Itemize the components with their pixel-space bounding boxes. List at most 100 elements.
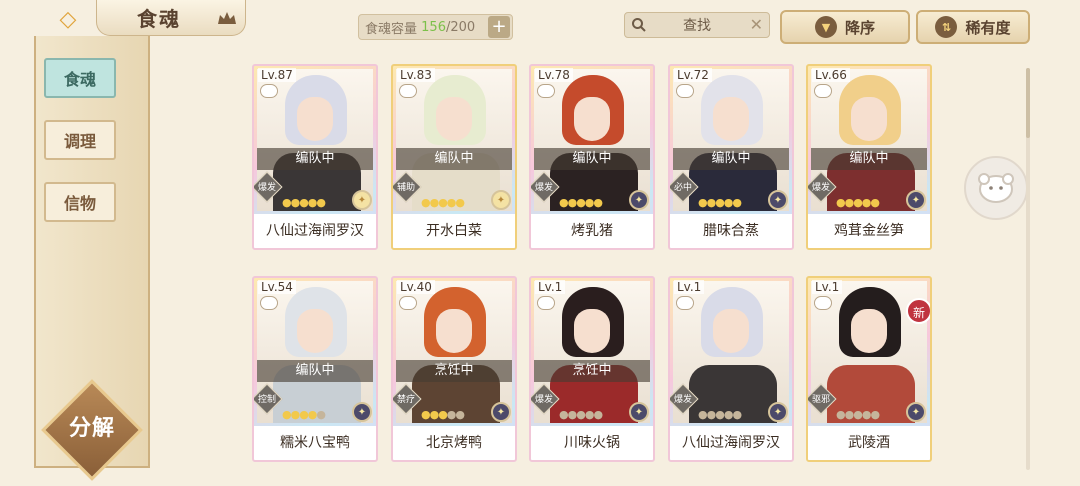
capacity-display: 食魂容量 156 /200 + xyxy=(358,14,513,40)
card-status: 编队中 xyxy=(811,148,927,170)
pot-icon xyxy=(814,296,832,310)
awaken-icon: ✦ xyxy=(629,190,649,210)
card-status: 编队中 xyxy=(673,148,789,170)
card-name: 烤乳猪 xyxy=(531,214,653,248)
card-name: 北京烤鸭 xyxy=(393,426,515,460)
food-soul-card[interactable]: Lv.66 编队中 爆发 ●●●●● ✦ 鸡茸金丝笋 xyxy=(806,64,932,250)
top-bar: ◇ 食魂 食魂容量 156 /200 + 查找 ✕ ▼ 降序 ⇅ 稀有度 xyxy=(0,0,1080,48)
pot-icon xyxy=(676,296,694,310)
awaken-icon: ✦ xyxy=(491,190,511,210)
pot-icon xyxy=(814,84,832,98)
awaken-icon: ✦ xyxy=(352,190,372,210)
food-soul-card[interactable]: Lv.54 编队中 控制 ●●●●● ✦ 糯米八宝鸭 xyxy=(252,276,378,462)
card-name: 川味火锅 xyxy=(531,426,653,460)
card-level: Lv.72 xyxy=(674,68,712,82)
pet-icon xyxy=(978,173,1014,203)
pot-icon xyxy=(260,84,278,98)
star-rating: ●●●●● xyxy=(559,196,603,209)
awaken-icon: ✦ xyxy=(629,402,649,422)
card-level: Lv.78 xyxy=(535,68,573,82)
clear-search-icon[interactable]: ✕ xyxy=(750,15,763,34)
card-status: 编队中 xyxy=(534,148,650,170)
card-name: 八仙过海闹罗汉 xyxy=(254,214,376,248)
food-soul-card[interactable]: Lv.78 编队中爆发 ●●●●● ✦ 烤乳猪 xyxy=(529,64,655,250)
card-role: 爆发 xyxy=(534,183,553,193)
card-level: Lv.87 xyxy=(258,68,296,82)
pot-icon xyxy=(676,84,694,98)
sidebar-item-label: 食魂 xyxy=(63,70,96,89)
card-level: Lv.1 xyxy=(812,280,843,294)
food-soul-card[interactable]: Lv.83 编队中 辅助 ●●●●● ✦ 开水白菜 xyxy=(391,64,517,250)
food-soul-card[interactable]: Lv.1 烹饪中 爆发 ●●●●● ✦ 川味火锅 xyxy=(529,276,655,462)
sidebar-item-label: 调理 xyxy=(63,132,96,151)
star-rating: ●●●●● xyxy=(282,196,326,209)
sort-down-icon: ▼ xyxy=(814,16,837,38)
pot-icon xyxy=(399,296,417,310)
awaken-icon: ✦ xyxy=(906,190,926,210)
card-name: 开水白菜 xyxy=(393,214,515,248)
sort-rarity-label: 稀有度 xyxy=(965,18,1011,37)
food-soul-card[interactable]: Lv.87 编队中爆发 ●●●●● ✦ 八仙过海闹罗汉 xyxy=(252,64,378,250)
star-rating: ●●●●● xyxy=(836,408,880,421)
card-role: 爆发 xyxy=(811,183,830,193)
sort-rarity-button[interactable]: ⇅ 稀有度 xyxy=(916,10,1030,44)
card-status: 编队中 xyxy=(257,148,373,170)
capacity-label: 食魂容量 xyxy=(365,21,418,37)
card-name: 八仙过海闹罗汉 xyxy=(670,426,792,460)
page-title: 食魂 xyxy=(137,7,181,31)
sidebar-item-conditioning[interactable]: 调理 xyxy=(44,120,116,160)
card-role: 辅助 xyxy=(396,183,415,193)
card-name: 腊味合蒸 xyxy=(670,214,792,248)
back-button[interactable]: ◇ xyxy=(48,6,88,32)
card-level: Lv.54 xyxy=(258,280,296,294)
search-input[interactable]: 查找 ✕ xyxy=(624,12,770,38)
star-rating: ●●●●● xyxy=(421,408,465,421)
card-role: 禁疗 xyxy=(396,395,415,405)
crown-icon xyxy=(218,12,236,24)
card-role: 爆发 xyxy=(673,395,692,405)
back-arrow-icon: ◇ xyxy=(59,6,77,32)
search-label: 查找 xyxy=(683,18,711,34)
sort-descending-label: 降序 xyxy=(844,18,875,37)
card-level: Lv.66 xyxy=(812,68,850,82)
pet-helper-button[interactable] xyxy=(964,156,1028,220)
card-level: Lv.83 xyxy=(397,68,435,82)
sort-descending-button[interactable]: ▼ 降序 xyxy=(780,10,910,44)
capacity-current: 156 xyxy=(421,19,446,35)
card-role: 爆发 xyxy=(257,183,276,193)
pot-icon xyxy=(537,296,555,310)
food-soul-card[interactable]: Lv.72 编队中 必中 ●●●●● ✦ 腊味合蒸 xyxy=(668,64,794,250)
awaken-icon: ✦ xyxy=(906,402,926,422)
sidebar-item-label: 信物 xyxy=(63,194,96,213)
awaken-icon: ✦ xyxy=(352,402,372,422)
card-status: 编队中 xyxy=(396,148,512,170)
star-rating: ●●●●● xyxy=(698,408,742,421)
scrollbar-thumb[interactable] xyxy=(1026,68,1030,138)
card-role: 驱邪 xyxy=(811,395,830,405)
new-badge: 新 xyxy=(906,298,930,324)
food-soul-card[interactable]: Lv.1 驱邪 ●●●●● ✦ 武陵酒 新 xyxy=(806,276,932,462)
add-capacity-button[interactable]: + xyxy=(488,16,510,38)
scrollbar[interactable] xyxy=(1026,68,1030,470)
pot-icon xyxy=(260,296,278,310)
food-soul-card[interactable]: Lv.1 爆发 ●●●●● ✦ 八仙过海闹罗汉 xyxy=(668,276,794,462)
star-rating: ●●●●● xyxy=(698,196,742,209)
card-name: 糯米八宝鸭 xyxy=(254,426,376,460)
awaken-icon: ✦ xyxy=(768,190,788,210)
star-rating: ●●●●● xyxy=(282,408,326,421)
search-icon xyxy=(632,18,646,32)
star-rating: ●●●●● xyxy=(559,408,603,421)
pot-icon xyxy=(537,84,555,98)
star-rating: ●●●●● xyxy=(836,196,880,209)
sidebar-item-tokens[interactable]: 信物 xyxy=(44,182,116,222)
capacity-max: /200 xyxy=(445,19,476,35)
card-level: Lv.1 xyxy=(674,280,705,294)
food-soul-card[interactable]: Lv.40 烹饪中 禁疗 ●●●●● ✦ 北京烤鸭 xyxy=(391,276,517,462)
pot-icon xyxy=(399,84,417,98)
card-level: Lv.1 xyxy=(535,280,566,294)
sidebar-item-food-souls[interactable]: 食魂 xyxy=(44,58,116,98)
decompose-label: 分解 xyxy=(68,416,115,441)
sort-toggle-icon: ⇅ xyxy=(935,16,958,38)
card-level: Lv.40 xyxy=(397,280,435,294)
card-status: 烹饪中 xyxy=(534,360,650,382)
